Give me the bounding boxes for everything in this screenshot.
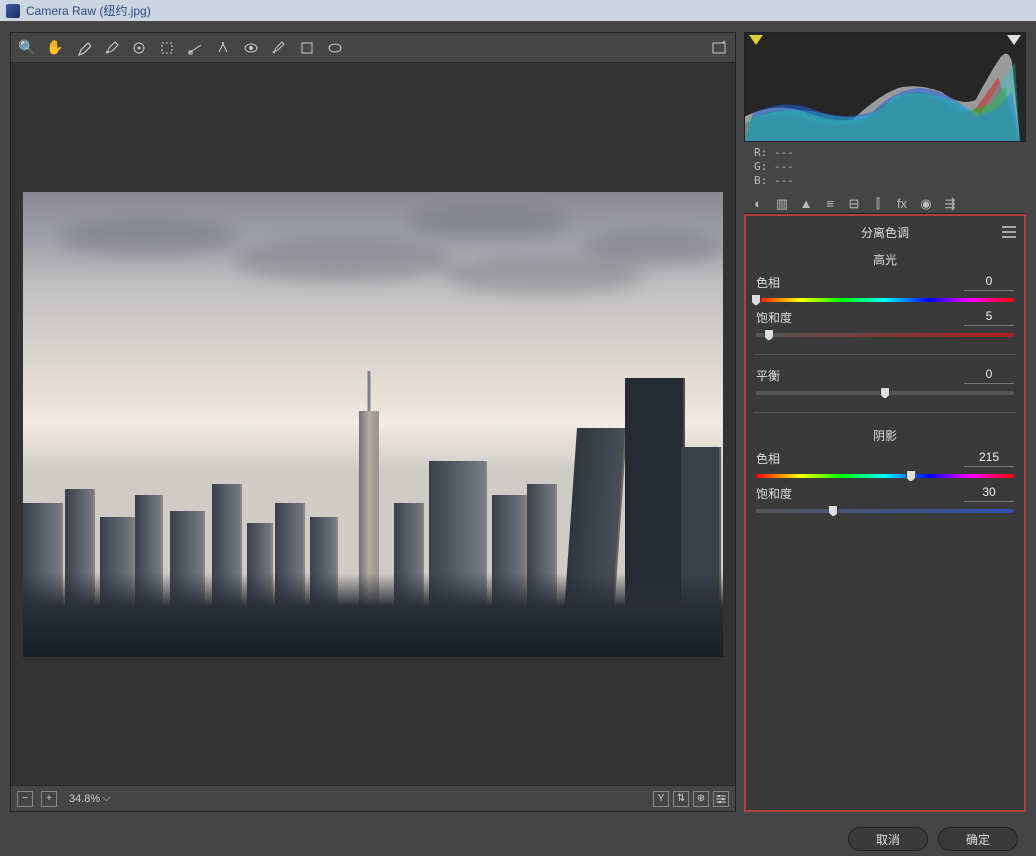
zoom-value: 34.8% (69, 793, 100, 805)
cancel-button[interactable]: 取消 (848, 827, 928, 851)
divider (754, 412, 1016, 413)
preview-image (23, 192, 723, 657)
tab-split-tone-icon[interactable]: ⊟ (844, 194, 864, 213)
balance-row: 平衡 0 (746, 363, 1024, 398)
highlights-sat-value[interactable]: 5 (964, 309, 1014, 326)
highlights-sat-slider[interactable] (756, 330, 1014, 340)
balance-slider[interactable] (756, 388, 1014, 398)
highlights-hue-row: 色相 0 (746, 270, 1024, 305)
shadows-hue-row: 色相 215 (746, 446, 1024, 481)
tab-hsl-icon[interactable]: ≡ (820, 194, 840, 213)
footer: 取消 确定 (0, 822, 1036, 856)
zoom-out-button[interactable]: − (17, 791, 33, 807)
divider (754, 354, 1016, 355)
balance-value[interactable]: 0 (964, 367, 1014, 384)
shadows-hue-value[interactable]: 215 (964, 450, 1014, 467)
target-adjustment-icon[interactable] (129, 38, 149, 58)
shadows-heading: 阴影 (746, 421, 1024, 446)
redeye-tool-icon[interactable] (241, 38, 261, 58)
panel-title-row: 分离色调 (746, 220, 1024, 245)
app-icon (6, 4, 20, 18)
toolbar: 🔍 ✋ (11, 33, 735, 63)
tab-curve-icon[interactable]: ▥ (772, 194, 792, 213)
color-sampler-icon[interactable] (101, 38, 121, 58)
preview-pane: 🔍 ✋ (10, 32, 736, 812)
zoom-in-button[interactable]: + (41, 791, 57, 807)
main-area: 🔍 ✋ (0, 22, 1036, 822)
highlights-sat-row: 饱和度 5 (746, 305, 1024, 340)
zoom-tool-icon[interactable]: 🔍 (17, 38, 37, 58)
right-panel: R: --- G: --- B: --- ◐ ▥ ▲ ≡ ⊟ ⫿ fx ◉ ⇶ … (744, 32, 1026, 812)
ok-button[interactable]: 确定 (938, 827, 1018, 851)
highlights-hue-value[interactable]: 0 (964, 274, 1014, 291)
radial-filter-icon[interactable] (325, 38, 345, 58)
swap-icon[interactable]: ⇅ (673, 791, 689, 807)
shadows-sat-slider[interactable] (756, 506, 1014, 516)
titlebar: Camera Raw (纽约.jpg) (0, 0, 1036, 22)
preview-toggle-icon[interactable] (709, 38, 729, 58)
shadows-sat-row: 饱和度 30 (746, 481, 1024, 516)
crop-tool-icon[interactable] (157, 38, 177, 58)
straighten-tool-icon[interactable] (185, 38, 205, 58)
highlights-hue-label: 色相 (756, 274, 780, 291)
tab-fx-icon[interactable]: fx (892, 194, 912, 213)
before-after-y-icon[interactable]: Y (653, 791, 669, 807)
zoom-dropdown[interactable]: 34.8% ⌵ (65, 791, 115, 806)
copy-settings-icon[interactable]: ⊕ (693, 791, 709, 807)
tab-detail-icon[interactable]: ▲ (796, 194, 816, 213)
window-title: Camera Raw (纽约.jpg) (26, 2, 151, 19)
shadows-sat-label: 饱和度 (756, 485, 792, 502)
highlights-hue-slider[interactable] (756, 295, 1014, 305)
statusbar: − + 34.8% ⌵ Y ⇅ ⊕ (11, 785, 735, 811)
graduated-filter-icon[interactable] (297, 38, 317, 58)
hand-tool-icon[interactable]: ✋ (45, 38, 65, 58)
adjustment-brush-icon[interactable] (269, 38, 289, 58)
r-value: R: --- (754, 146, 1016, 160)
balance-label: 平衡 (756, 367, 780, 384)
tab-camera-icon[interactable]: ◉ (916, 194, 936, 213)
rgb-readout: R: --- G: --- B: --- (744, 142, 1026, 192)
chevron-down-icon: ⌵ (102, 792, 110, 805)
eyedropper-icon[interactable] (73, 38, 93, 58)
shadows-hue-slider[interactable] (756, 471, 1014, 481)
canvas[interactable] (11, 63, 735, 785)
highlights-sat-label: 饱和度 (756, 309, 792, 326)
b-value: B: --- (754, 174, 1016, 188)
tab-basic-icon[interactable]: ◐ (748, 194, 768, 213)
shadows-sat-value[interactable]: 30 (964, 485, 1014, 502)
spot-removal-icon[interactable] (213, 38, 233, 58)
highlights-heading: 高光 (746, 245, 1024, 270)
histogram[interactable] (744, 32, 1026, 142)
sliders-icon[interactable] (713, 791, 729, 807)
shadows-hue-label: 色相 (756, 450, 780, 467)
panel-title: 分离色调 (861, 226, 909, 240)
tab-lens-icon[interactable]: ⫿ (868, 194, 888, 213)
panel-body: 分离色调 高光 色相 0 饱和度 5 (744, 214, 1026, 812)
tab-presets-icon[interactable]: ⇶ (940, 194, 960, 213)
panel-menu-icon[interactable] (1002, 226, 1016, 238)
g-value: G: --- (754, 160, 1016, 174)
panel-tabs: ◐ ▥ ▲ ≡ ⊟ ⫿ fx ◉ ⇶ (744, 192, 1026, 214)
